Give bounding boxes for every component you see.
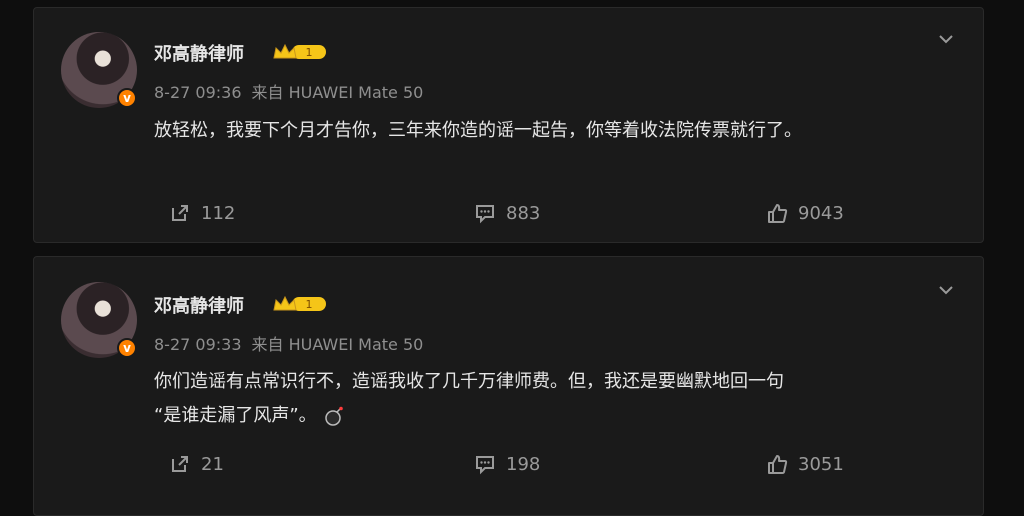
post-text: 你们造谣有点常识行不，造谣我收了几千万律师费。但，我还是要幽默地回一句 “是谁走…: [154, 365, 943, 433]
thumbs-up-icon: [768, 455, 788, 474]
comment-icon: [476, 205, 494, 224]
like-count: 3051: [798, 453, 844, 475]
post-text-quote: “是谁走漏了风声”。: [154, 405, 317, 426]
repost-button[interactable]: 112: [169, 202, 235, 224]
svg-text:1: 1: [306, 298, 313, 311]
verified-badge-icon: v: [117, 88, 137, 108]
author-name[interactable]: 邓高静律师: [154, 292, 244, 318]
like-button[interactable]: 9043: [766, 202, 844, 224]
post-source: 来自 HUAWEI Mate 50: [251, 335, 424, 354]
chevron-down-icon[interactable]: [937, 30, 955, 48]
post-meta: 8-27 09:36 来自 HUAWEI Mate 50: [154, 79, 433, 103]
like-count: 9043: [798, 202, 844, 224]
post-text: 放轻松，我要下个月才告你，三年来你造的谣一起告，你等着收法院传票就行了。: [154, 114, 943, 148]
repost-count: 21: [201, 453, 224, 475]
comment-icon: [476, 456, 494, 475]
post-card: v 邓高静律师 1 8-27 09:36 来自 HUAWEI Mate 50 放轻…: [33, 7, 984, 243]
thumbs-up-icon: [768, 204, 788, 223]
post-time[interactable]: 8-27 09:36: [154, 83, 242, 102]
svg-text:1: 1: [306, 46, 313, 59]
post-text-line-2: “是谁走漏了风声”。: [154, 399, 943, 433]
comment-count: 198: [506, 453, 541, 475]
repost-count: 112: [201, 202, 236, 224]
avatar[interactable]: v: [61, 282, 137, 358]
author-name[interactable]: 邓高静律师: [154, 40, 244, 66]
repost-button[interactable]: 21: [169, 453, 224, 475]
repost-icon: [172, 205, 188, 221]
vip-crown-level1-icon[interactable]: 1: [272, 42, 328, 62]
comment-button[interactable]: 198: [474, 453, 540, 475]
comment-button[interactable]: 883: [474, 202, 540, 224]
post-card: v 邓高静律师 1 8-27 09:33 来自 HUAWEI Mate 50 你们…: [33, 256, 984, 516]
post-source: 来自 HUAWEI Mate 50: [251, 83, 424, 102]
chevron-down-icon[interactable]: [937, 281, 955, 299]
post-text-line: 放轻松，我要下个月才告你，三年来你造的谣一起告，你等着收法院传票就行了。: [154, 120, 802, 141]
post-time[interactable]: 8-27 09:33: [154, 335, 242, 354]
vip-crown-level1-icon[interactable]: 1: [272, 294, 328, 314]
verified-badge-icon: v: [117, 338, 137, 358]
post-meta: 8-27 09:33 来自 HUAWEI Mate 50: [154, 331, 433, 355]
post-text-line: 你们造谣有点常识行不，造谣我收了几千万律师费。但，我还是要幽默地回一句: [154, 371, 784, 392]
comment-count: 883: [506, 202, 541, 224]
like-button[interactable]: 3051: [766, 453, 844, 475]
avatar[interactable]: v: [61, 32, 137, 108]
bomb-emoji-icon: [324, 406, 343, 426]
repost-icon: [172, 456, 188, 472]
